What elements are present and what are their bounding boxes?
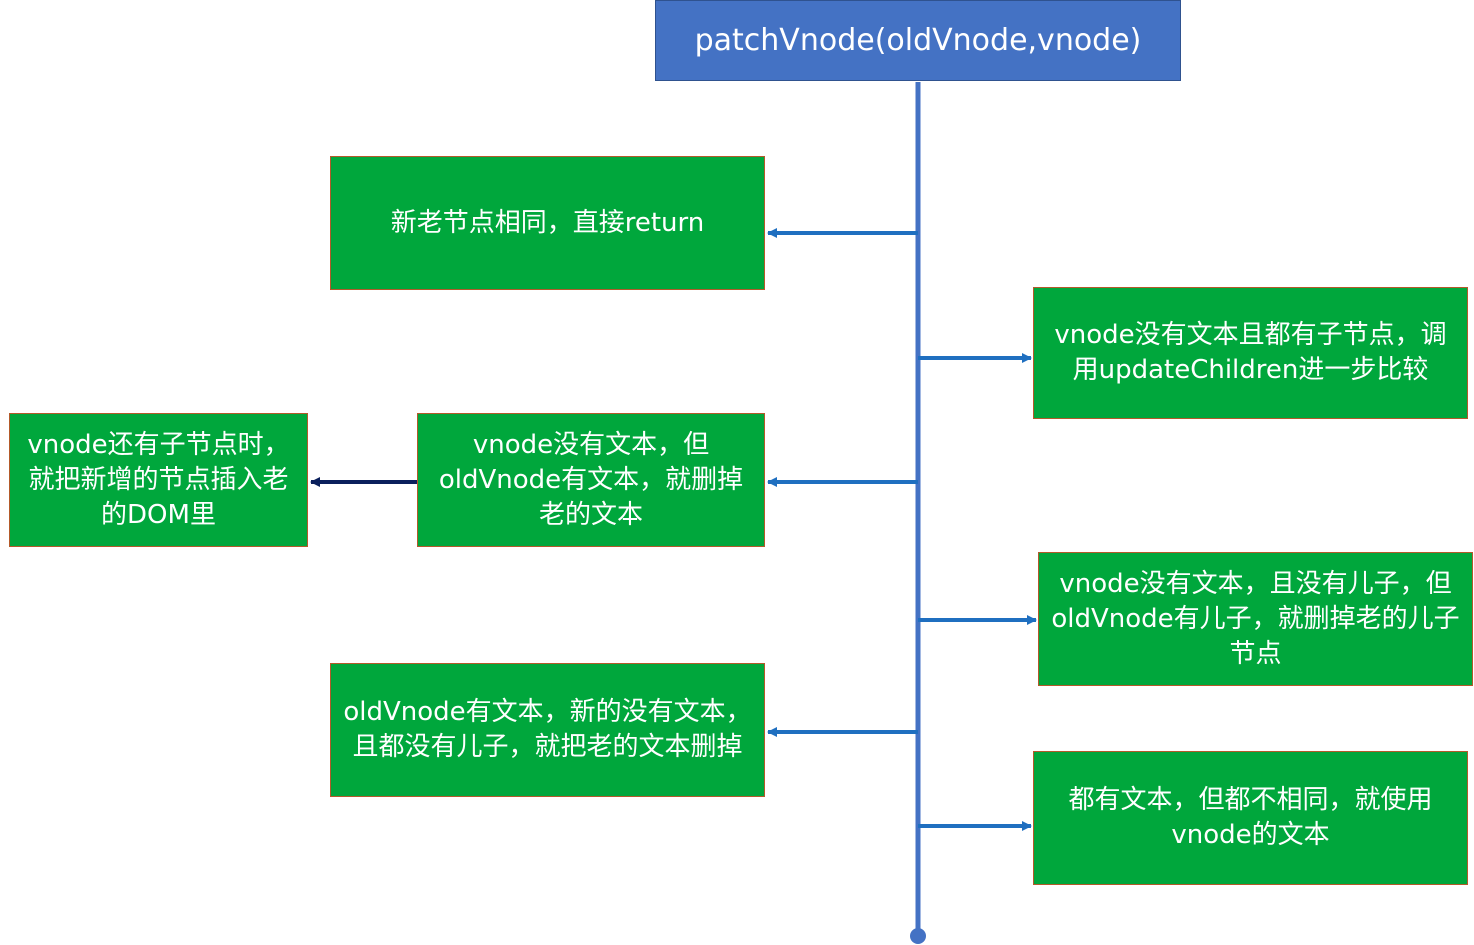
node-update-children-text: vnode没有文本且都有子节点，调用updateChildren进一步比较: [1054, 320, 1447, 385]
node-delete-text: oldVnode有文本，新的没有文本，且都没有儿子，就把老的文本删掉: [330, 663, 765, 797]
node-remove-children: vnode没有文本，且没有儿子，但oldVnode有儿子，就删掉老的儿子节点: [1038, 552, 1473, 686]
node-use-vnode-text: 都有文本，但都不相同，就使用vnode的文本: [1033, 751, 1468, 885]
node-same-text: 新老节点相同，直接return: [390, 207, 705, 238]
title-box: patchVnode(oldVnode,vnode): [655, 0, 1181, 81]
patch-vnode-flow-diagram: patchVnode(oldVnode,vnode) 新老节点相同，直接retu…: [0, 0, 1474, 945]
title-text: patchVnode(oldVnode,vnode): [694, 23, 1142, 58]
node-use-vnode-text-text: 都有文本，但都不相同，就使用vnode的文本: [1068, 785, 1433, 850]
node-insert-children: vnode还有子节点时，就把新增的节点插入老的DOM里: [9, 413, 308, 547]
node-delete-old-text-text: vnode没有文本，但oldVnode有文本，就删掉老的文本: [438, 429, 744, 530]
node-insert-children-text: vnode还有子节点时，就把新增的节点插入老的DOM里: [27, 429, 290, 530]
node-same-return: 新老节点相同，直接return: [330, 156, 765, 290]
node-delete-text-text: oldVnode有文本，新的没有文本，且都没有儿子，就把老的文本删掉: [343, 697, 752, 762]
spine-end-dot: [910, 928, 926, 944]
node-delete-old-text: vnode没有文本，但oldVnode有文本，就删掉老的文本: [417, 413, 765, 547]
node-update-children: vnode没有文本且都有子节点，调用updateChildren进一步比较: [1033, 287, 1468, 419]
node-remove-children-text: vnode没有文本，且没有儿子，但oldVnode有儿子，就删掉老的儿子节点: [1051, 568, 1460, 669]
